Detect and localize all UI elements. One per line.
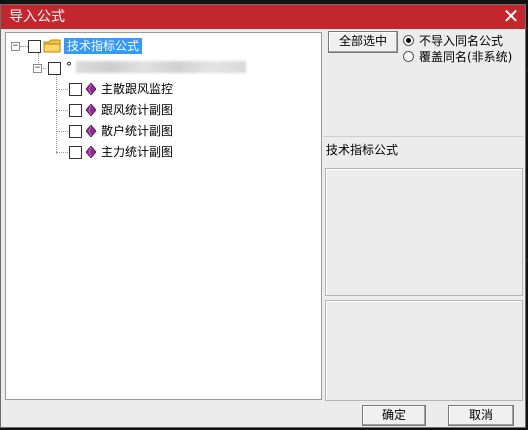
tree-node-label: ° bbox=[66, 60, 72, 74]
item-checkbox[interactable] bbox=[69, 125, 82, 138]
cancel-button[interactable]: 取消 bbox=[448, 405, 514, 426]
tree-node-label: 跟风统计副图 bbox=[101, 103, 174, 117]
radio-label: 覆盖同名(非系统) bbox=[419, 50, 513, 64]
tree-node-label: 散户统计副图 bbox=[101, 124, 174, 138]
tree-node-label: 技术指标公式 bbox=[64, 38, 143, 54]
ok-button[interactable]: 确定 bbox=[362, 405, 426, 426]
radio-label: 不导入同名公式 bbox=[419, 34, 504, 48]
import-formula-dialog: 导入公式 ✕ − 技术指标公式 − ° 主散跟风监控 跟风统计副图 散户统计副图… bbox=[0, 4, 526, 428]
description-label: 技术指标公式 bbox=[326, 143, 399, 157]
gem-icon bbox=[86, 146, 96, 158]
tree-node-root[interactable]: − 技术指标公式 bbox=[6, 37, 206, 55]
select-all-button[interactable]: 全部选中 bbox=[328, 31, 398, 53]
title-bar[interactable]: 导入公式 ✕ bbox=[1, 5, 525, 29]
radio-button[interactable] bbox=[403, 51, 414, 62]
tree-node-label: 主力统计副图 bbox=[101, 145, 174, 159]
radio-no-import[interactable]: 不导入同名公式 bbox=[403, 33, 523, 49]
tree-item[interactable]: 主散跟风监控 bbox=[6, 80, 226, 98]
tree-item[interactable]: 主力统计副图 bbox=[6, 143, 226, 161]
description-panel bbox=[325, 168, 523, 296]
gem-icon bbox=[86, 104, 96, 116]
item-checkbox[interactable] bbox=[69, 146, 82, 159]
root-checkbox[interactable] bbox=[28, 40, 41, 53]
collapse-icon[interactable]: − bbox=[11, 42, 20, 51]
tree-item[interactable]: 跟风统计副图 bbox=[6, 101, 226, 119]
item-checkbox[interactable] bbox=[69, 83, 82, 96]
collapse-icon[interactable]: − bbox=[33, 64, 42, 73]
gem-icon bbox=[86, 83, 96, 95]
tree-node-label: 主散跟风监控 bbox=[101, 82, 174, 96]
folder-icon bbox=[43, 39, 61, 53]
close-icon[interactable]: ✕ bbox=[499, 5, 523, 29]
radio-button[interactable] bbox=[403, 35, 414, 46]
radio-overwrite[interactable]: 覆盖同名(非系统) bbox=[403, 49, 523, 65]
obscured-text bbox=[76, 61, 246, 73]
formula-tree[interactable]: − 技术指标公式 − ° 主散跟风监控 跟风统计副图 散户统计副图 主力统计副图 bbox=[5, 32, 322, 400]
dialog-title: 导入公式 bbox=[9, 9, 65, 25]
item-checkbox[interactable] bbox=[69, 104, 82, 117]
tree-item[interactable]: 散户统计副图 bbox=[6, 122, 226, 140]
preview-panel bbox=[325, 300, 523, 401]
divider bbox=[323, 136, 523, 137]
group-checkbox[interactable] bbox=[48, 62, 61, 75]
gem-icon bbox=[86, 125, 96, 137]
